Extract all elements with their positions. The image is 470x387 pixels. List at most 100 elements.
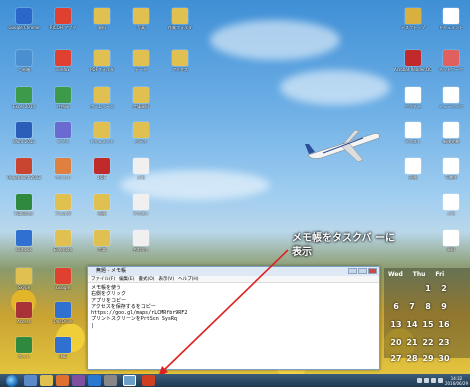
desktop-icon-33[interactable]: Access [5,302,43,324]
desktop-icon-3[interactable]: 資料 [83,8,121,30]
calendar-day[interactable]: 14 [404,320,420,329]
taskbar-firefox-icon[interactable] [56,375,69,386]
taskbar-settings-icon[interactable] [104,375,117,386]
taskbar-folder-icon[interactable] [40,375,53,386]
notepad-titlebar[interactable]: 無題 - メモ帳 [88,267,379,276]
desktop-icon-15[interactable]: Word 2013 [5,122,43,144]
calendar-header-thu: Thu [412,271,426,278]
desktop-icon-right-8[interactable]: 新規文書 [432,122,470,144]
desktop-icon-right-2[interactable]: ドキュメント [432,8,470,30]
calendar-day[interactable]: 23 [436,338,452,347]
calendar-day[interactable]: 6 [388,302,404,311]
desktop-icon-8[interactable]: PDFフォルダ [83,50,121,72]
desktop-icon-24[interactable]: フォルダ [44,194,82,216]
clock-date: 2016/06/29 [444,380,468,386]
desktop-icon-18[interactable]: ビデオ [122,122,160,144]
calendar-day[interactable]: 21 [404,338,420,347]
desktop-icon-25[interactable]: 画像 [83,194,121,216]
desktop-icon-17[interactable]: ドキュメント [83,122,121,144]
calendar-day[interactable]: 2 [436,284,452,293]
desktop-icon-36[interactable]: IME [44,337,82,359]
minimize-button[interactable] [348,268,357,274]
calendar-day[interactable]: 7 [404,302,420,311]
desktop-icon-right-11[interactable]: メモ [432,194,470,216]
ime-icon[interactable] [416,378,422,383]
calendar-header-wed: Wed [388,271,403,278]
notepad-title: 無題 - メモ帳 [96,268,126,274]
desktop-icon-right-5[interactable]: ピクチャ [394,87,432,109]
taskbar-notepad-icon[interactable] [123,375,136,386]
menu-format[interactable]: 書式(O) [138,276,154,282]
desktop-icon-right-7[interactable]: テキスト [394,122,432,144]
desktop-icon-34[interactable]: OneDrive [44,302,82,324]
desktop-icon-35[interactable]: ネット [5,337,43,359]
desktop-icon-right-1[interactable]: デスクトップ [394,8,432,30]
calendar-day[interactable]: 29 [420,354,436,363]
taskbar-ie-icon[interactable] [88,375,101,386]
desktop-icon-13[interactable]: ホームページ [83,87,121,109]
taskbar-app-icon[interactable] [72,375,85,386]
taskbar-chrome-icon[interactable] [142,375,155,386]
calendar-day[interactable]: 27 [388,354,404,363]
calendar-day[interactable]: 13 [388,320,404,329]
calendar-day[interactable]: 15 [420,320,436,329]
desktop-icon-right-12[interactable]: 資料 [432,230,470,252]
calendar-day[interactable]: 1 [420,284,436,293]
taskbar: 14:32 2016/06/29 [0,374,470,387]
desktop-icon-20[interactable]: ペイント [44,158,82,180]
desktop-icon-30[interactable]: 名前なし [122,230,160,252]
desktop-icon-21[interactable]: PDF [83,158,121,180]
desktop-icon-4[interactable]: 写真 [122,8,160,30]
menu-help[interactable]: ヘルプ(H) [178,276,198,282]
desktop-icon-6[interactable]: ごみ箱 [5,50,43,72]
network-icon[interactable] [423,378,429,383]
desktop-icon-10[interactable]: アクセス [161,50,199,72]
desktop-icon-16[interactable]: アプリ [44,122,82,144]
calendar-day[interactable]: 28 [404,354,420,363]
volume-icon[interactable] [430,378,436,383]
calendar-gadget[interactable]: Wed Thu Fri 1 2 6 7 8 9 13 14 15 16 20 2… [384,268,470,363]
menu-edit[interactable]: 編集(E) [119,276,134,282]
clock[interactable]: 14:32 2016/06/29 [445,376,468,386]
desktop-icon-26[interactable]: テキスト [122,194,160,216]
desktop-icon-right-10[interactable]: 下書き [432,158,470,180]
desktop-icon-22[interactable]: メモ [122,158,160,180]
notepad-text-area[interactable]: メモ帳を使う 右側をクリック アプリをコピー アクセスを保存するをコピー htt… [88,283,379,331]
start-button[interactable] [6,374,18,387]
notepad-window[interactable]: 無題 - メモ帳 ファイル(F) 編集(E) 書式(O) 表示(V) ヘルプ(H… [87,266,380,370]
desktop-icon-right-4[interactable]: ネットワーク [432,50,470,72]
desktop-icon-right-6[interactable]: ミュージック [432,87,470,109]
menu-view[interactable]: 表示(V) [159,276,175,282]
desktop-icon-2[interactable]: RICOH アプリ [44,8,82,30]
menu-file[interactable]: ファイル(F) [91,276,115,282]
desktop-icon-23[interactable]: Publisher [5,194,43,216]
desktop-icon-7[interactable]: Firefox [44,50,82,72]
calendar-day[interactable]: 16 [436,320,452,329]
desktop-icon-11[interactable]: Excel 2013 [5,87,43,109]
desktop-icon-1[interactable]: Google Chrome [5,8,43,30]
desktop-icon-29[interactable]: 音楽 [83,230,121,252]
desktop-icon-14[interactable]: 会議資料 [122,87,160,109]
taskbar-explorer-icon[interactable] [24,375,37,386]
calendar-day[interactable]: 9 [436,302,452,311]
desktop-icon-9[interactable]: データ [122,50,160,72]
calendar-day[interactable]: 8 [420,302,436,311]
calendar-day[interactable]: 20 [388,338,404,347]
desktop-icon-right-3[interactable]: Acrobat Reader DC [394,50,432,72]
calendar-day[interactable]: 30 [436,354,452,363]
desktop-icon-28[interactable]: Evernote [44,230,82,252]
desktop-icon-right-9[interactable]: 画像 [394,158,432,180]
flag-icon[interactable] [437,378,443,383]
desktop-icon-32[interactable]: Google [44,268,82,290]
calendar-day[interactable]: 22 [420,338,436,347]
maximize-button[interactable] [358,268,367,274]
desktop-icon-19[interactable]: PowerPoint 2013 [5,158,43,180]
close-button[interactable] [368,268,377,274]
callout-text: メモ帳をタスクバ ーに 表示 [292,232,395,260]
desktop-icon-12[interactable]: 住所録 [44,87,82,109]
desktop-icon-5[interactable]: 作業フォルダ [161,8,199,30]
desktop-icon-31[interactable]: Skype [5,268,43,290]
callout-line-1: メモ帳をタスクバ ーに [292,233,395,244]
desktop-icon-27[interactable]: Outlook [5,230,43,252]
calendar-header-fri: Fri [435,271,445,278]
